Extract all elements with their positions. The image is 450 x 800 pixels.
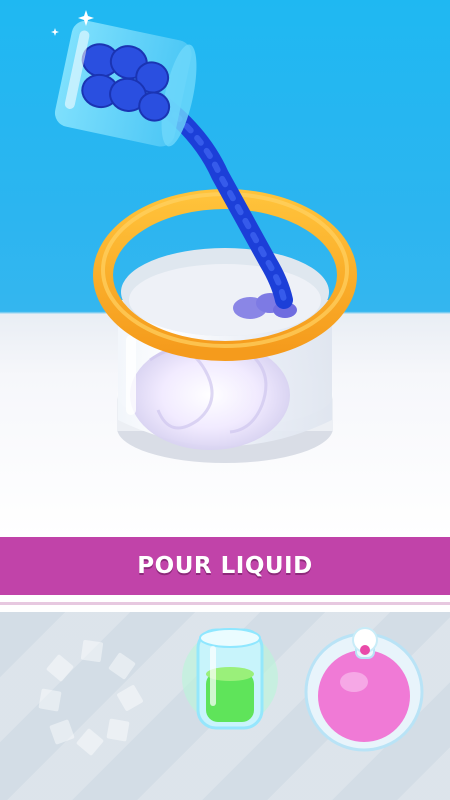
green-cup-icon [182,628,278,730]
mixer-icon [38,639,143,756]
pink-flask-tool-button[interactable] [298,616,438,796]
divider-line [0,602,450,605]
action-banner-label: POUR LIQUID [137,553,313,579]
game-scene[interactable] [0,0,450,537]
mixer-tool-button[interactable] [20,616,160,796]
pink-flask-icon [304,627,424,752]
pouring-cup [54,20,197,147]
scene-illustration [51,10,357,463]
action-banner: POUR LIQUID [0,537,450,595]
green-cup-tool-button[interactable] [160,616,300,796]
